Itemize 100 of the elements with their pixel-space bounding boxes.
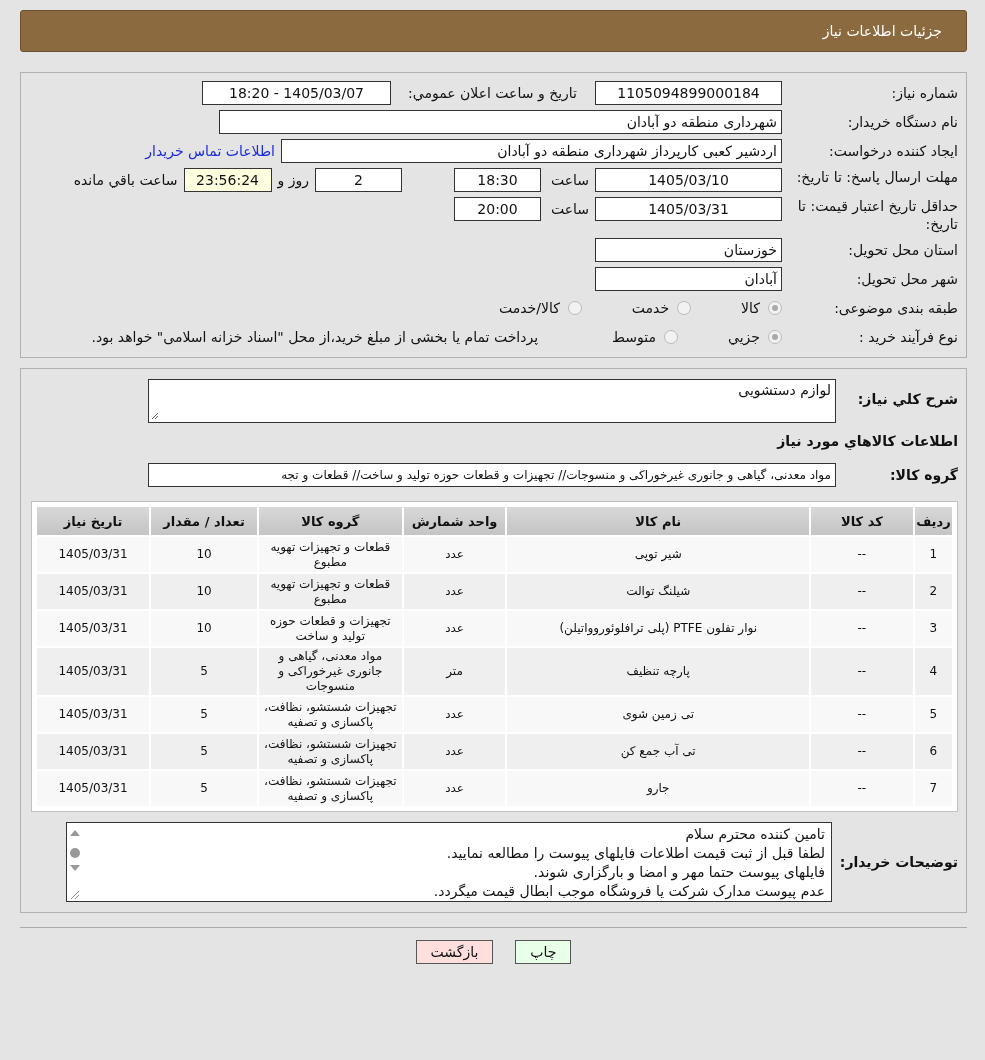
contact-link[interactable]: اطلاعات تماس خریدار [145, 143, 275, 159]
column-header: واحد شمارش [403, 507, 506, 535]
table-cell: 10 [151, 537, 258, 572]
table-cell: 5 [151, 734, 258, 769]
process-note: پرداخت تمام یا بخشی از مبلغ خرید،از محل "اسناد خزانه اسلامی" خواهد بود. [91, 329, 539, 345]
table-cell: عدد [403, 611, 506, 646]
table-cell: 7 [914, 771, 952, 806]
field-label: ساعت [549, 171, 589, 190]
radio-option[interactable]: کالا [741, 300, 782, 316]
table-cell: 1405/03/31 [37, 537, 150, 572]
table-cell: 1405/03/31 [37, 574, 150, 609]
table-cell: 1405/03/31 [37, 771, 150, 806]
date-field[interactable]: 1405/03/31 [595, 197, 782, 221]
table-cell: 1405/03/31 [37, 734, 150, 769]
column-header: تاریخ نیاز [37, 507, 150, 535]
table-cell: 5 [151, 697, 258, 732]
radio-option[interactable]: خدمت [631, 300, 692, 316]
field-label: شماره نیاز: [890, 84, 958, 102]
column-header: نام کالا [507, 507, 809, 535]
radio-option[interactable]: جزيي [728, 329, 782, 345]
text-field[interactable]: آبادان [595, 267, 782, 291]
field-label: مهلت ارسال پاسخ: تا تاریخ: [795, 168, 958, 186]
table-cell: 5 [151, 771, 258, 806]
table-cell: 10 [151, 574, 258, 609]
days-field[interactable]: 2 [315, 168, 402, 192]
field-label: روز و [277, 171, 309, 191]
table-cell: مواد معدنی، گیاهی و جانوری غیرخوراکی و منسوجات [259, 648, 402, 695]
text-field[interactable]: 1105094899000184 [595, 81, 782, 105]
notes-field[interactable]: تامین کننده محترم سلام لطفا قبل از ثبت قیمت اطلاعات فایلهای پیوست را مطالعه نمایید. فایلهای پیوست حتما مهر و امضا و بارگزاری شوند. عدم پیوست مدارک شرکت یا فروشگاه موجب ابطال قیمت میگردد. [66, 822, 832, 902]
table-cell: تی زمین شوی [507, 697, 809, 732]
table-cell: تجهیزات شستشو، نظافت، پاکسازی و تصفیه [259, 771, 402, 806]
table-cell: تجهیزات و قطعات حوزه تولید و ساخت [259, 611, 402, 646]
table-cell: تجهیزات شستشو، نظافت، پاکسازی و تصفیه [259, 734, 402, 769]
table-cell: -- [810, 537, 913, 572]
table-cell: 1405/03/31 [37, 648, 150, 695]
text-field[interactable]: مواد معدنی، گیاهی و جانوری غیرخوراکی و منسوجات// تجهیزات و قطعات حوزه تولید و ساخت// قطعات و تجه [148, 463, 836, 487]
column-header: گروه کالا [259, 507, 402, 535]
table-cell: عدد [403, 734, 506, 769]
table-cell: نوار تفلون PTFE (پلی ترافلوئوروواتیلن) [507, 611, 809, 646]
table-cell: -- [810, 574, 913, 609]
text-field[interactable]: خوزستان [595, 238, 782, 262]
table-cell: 5 [151, 648, 258, 695]
table-cell: 4 [914, 648, 952, 695]
radio-option[interactable]: کالا/خدمت [498, 300, 582, 316]
table-cell: 6 [914, 734, 952, 769]
field-label: تاریخ و ساعت اعلان عمومي: [407, 85, 577, 101]
field-label: گروه کالا: [888, 467, 958, 483]
date-field[interactable]: 1405/03/10 [595, 168, 782, 192]
table-cell: 1 [914, 537, 952, 572]
radio-option[interactable]: متوسط [612, 329, 679, 345]
column-header: کد کالا [810, 507, 913, 535]
table-cell: تی آب جمع کن [507, 734, 809, 769]
table-cell: 10 [151, 611, 258, 646]
table-cell: 2 [914, 574, 952, 609]
table-cell: 1405/03/31 [37, 697, 150, 732]
field-label: ایجاد کننده درخواست: [828, 142, 958, 160]
table-cell: شیر توپی [507, 537, 809, 572]
table-cell: قطعات و تجهیزات تهویه مطبوع [259, 537, 402, 572]
table-cell: جارو [507, 771, 809, 806]
table-cell: متر [403, 648, 506, 695]
field-label: ساعت [549, 200, 589, 219]
table-cell: 3 [914, 611, 952, 646]
table-cell: -- [810, 611, 913, 646]
table-cell: -- [810, 648, 913, 695]
table-cell: عدد [403, 574, 506, 609]
countdown-field: 23:56:24 [183, 168, 272, 192]
field-label: شرح كلي نياز: [856, 391, 958, 407]
column-header: ردیف [914, 507, 952, 535]
table-cell: پارچه تنظیف [507, 648, 809, 695]
field-label: شهر محل تحویل: [855, 270, 958, 288]
table-cell: قطعات و تجهیزات تهویه مطبوع [259, 574, 402, 609]
table-cell: عدد [403, 537, 506, 572]
notes-line: لطفا قبل از ثبت قیمت اطلاعات فایلهای پیوست را مطالعه نمایید. [445, 844, 825, 863]
table-cell: عدد [403, 771, 506, 806]
notes-line: عدم پیوست مدارک شرکت یا فروشگاه موجب ابطال قیمت میگردد. [432, 882, 825, 901]
action-button[interactable]: بازگشت [415, 940, 494, 964]
description-field[interactable]: لوازم دستشویی [148, 379, 836, 423]
table-cell: 5 [914, 697, 952, 732]
text-field[interactable]: شهرداری منطقه دو آبادان [219, 110, 782, 134]
section-title: اطلاعات كالاهاي مورد نياز [775, 433, 958, 449]
time-field[interactable]: 18:30 [454, 168, 541, 192]
text-field[interactable]: اردشیر کعبی کارپرداز شهرداری منطقه دو آبادان [281, 139, 782, 163]
table-cell: -- [810, 697, 913, 732]
field-label: نوع فرآیند خرید : [858, 328, 958, 346]
table-cell: -- [810, 771, 913, 806]
field-label: استان محل تحویل: [847, 241, 958, 259]
notes-line: فایلهای پیوست حتما مهر و امضا و بارگزاری شوند. [532, 863, 825, 882]
table-cell: شیلنگ توالت [507, 574, 809, 609]
field-label: ساعت باقي مانده [73, 171, 178, 190]
action-button[interactable]: چاپ [515, 940, 572, 964]
resize-grip-icon[interactable] [151, 412, 159, 420]
field-label: توضیحات خریدار: [838, 854, 958, 870]
field-label: نام دستگاه خریدار: [846, 113, 958, 131]
table-cell: -- [810, 734, 913, 769]
table-cell: عدد [403, 697, 506, 732]
table-cell: تجهیزات شستشو، نظافت، پاکسازی و تصفیه [259, 697, 402, 732]
column-header: تعداد / مقدار [151, 507, 258, 535]
time-field[interactable]: 20:00 [454, 197, 541, 221]
text-field[interactable]: 1405/03/07 - 18:20 [202, 81, 391, 105]
page-title: جزئیات اطلاعات نیاز [822, 23, 942, 39]
